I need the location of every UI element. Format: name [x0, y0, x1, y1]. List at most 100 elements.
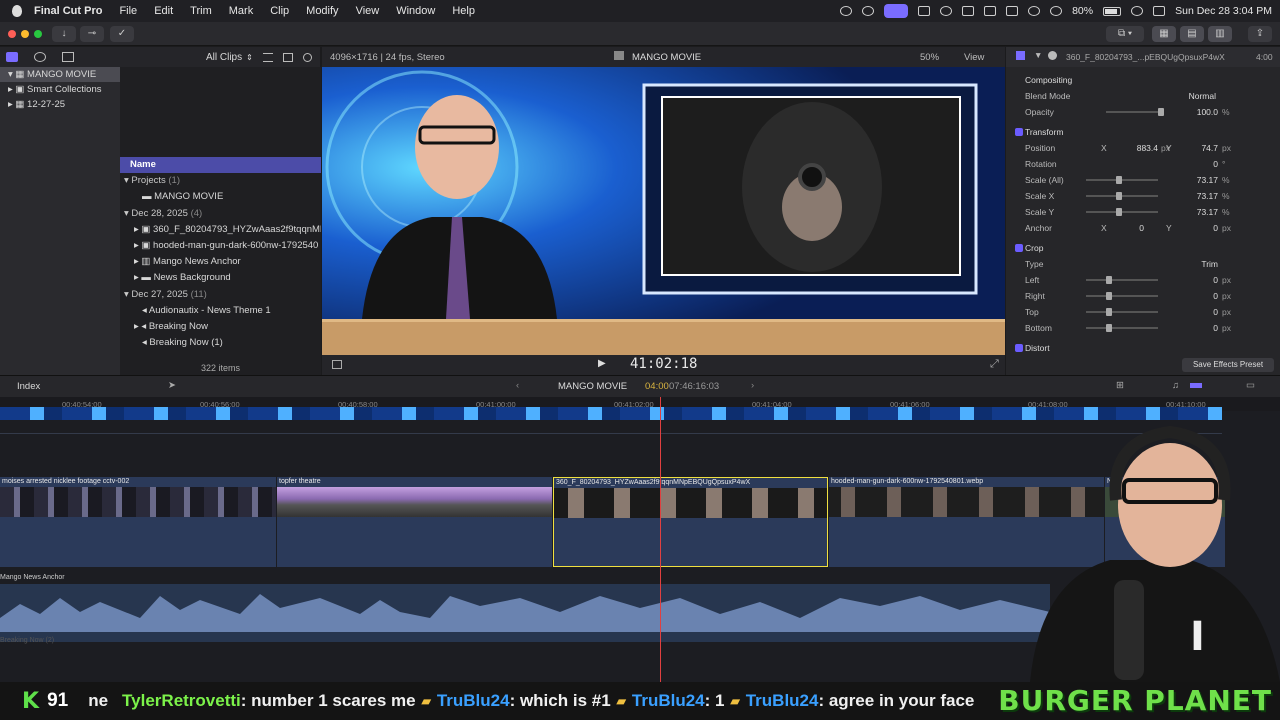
share-button[interactable]: ⇪ [1248, 26, 1272, 42]
import-button[interactable]: ↓ [52, 26, 76, 42]
view-menu[interactable]: View [964, 52, 984, 63]
crop-bottom-value[interactable]: 0 [1176, 320, 1218, 336]
keywords-button[interactable]: ⊸ [80, 26, 104, 42]
list-item[interactable]: ▸ ▣ 360_F_80204793_HYZwAaas2f9tqqnMN [120, 222, 321, 238]
clip-appearance-icon[interactable]: ⊞ [1116, 380, 1124, 391]
anchor-x[interactable]: 0 [1114, 220, 1144, 236]
index-button[interactable]: Index [17, 381, 40, 392]
anchor-y[interactable]: 0 [1176, 220, 1218, 236]
transform-checkbox[interactable] [1015, 128, 1023, 136]
app-menu[interactable]: Final Cut Pro [34, 5, 102, 17]
minimize-window-icon[interactable] [21, 30, 29, 38]
crop-type-select[interactable]: Trim [1176, 256, 1218, 272]
control-icon[interactable] [984, 6, 997, 16]
play-icon[interactable] [940, 6, 953, 16]
opacity-value[interactable]: 100.0 [1176, 104, 1218, 120]
battery-icon[interactable] [1103, 6, 1122, 16]
list-item[interactable]: ◂ Audionautix - News Theme 1 [120, 303, 321, 319]
menu-window[interactable]: Window [396, 5, 435, 17]
scale-x-slider[interactable] [1086, 192, 1158, 200]
column-header-name[interactable]: Name [120, 157, 321, 174]
close-window-icon[interactable] [8, 30, 16, 38]
headphones-icon[interactable]: ♫ [1172, 380, 1179, 391]
menu-view[interactable]: View [356, 5, 380, 17]
library-smart-collections[interactable]: ▸ ▣ Smart Collections [0, 82, 120, 97]
filter-icon[interactable]: ▼ [1034, 50, 1042, 60]
search-icon[interactable] [302, 52, 312, 62]
rotation-value[interactable]: 0 [1176, 156, 1218, 172]
snapping-icon[interactable] [1190, 383, 1202, 388]
list-view-icon[interactable] [262, 52, 273, 62]
screen-share-icon[interactable] [884, 4, 909, 18]
crop-bottom-slider[interactable] [1086, 324, 1158, 332]
menu-mark[interactable]: Mark [229, 5, 253, 17]
transform-tool-icon[interactable] [332, 360, 342, 369]
background-video-clip[interactable] [0, 407, 1222, 420]
volume-icon[interactable] [962, 6, 975, 16]
bluetooth-icon[interactable] [1028, 6, 1041, 16]
list-item[interactable]: ▬ MANGO MOVIE [120, 189, 321, 205]
menu-help[interactable]: Help [452, 5, 475, 17]
fullscreen-icon[interactable]: ⤢ [990, 358, 999, 371]
library-mango-movie[interactable]: ▾ ▦ MANGO MOVIE [0, 67, 120, 82]
menu-trim[interactable]: Trim [190, 5, 212, 17]
timeline-layout-icon[interactable]: ▭ [1246, 380, 1255, 391]
zoom-window-icon[interactable] [34, 30, 42, 38]
scale-x-value[interactable]: 73.17 [1176, 188, 1218, 204]
library-event-12-27-25[interactable]: ▸ ▦ 12-27-25 [0, 97, 120, 112]
crop-right-value[interactable]: 0 [1176, 288, 1218, 304]
search-icon[interactable] [1131, 6, 1144, 16]
section-crop[interactable]: Crop [1025, 240, 1043, 256]
crop-top-value[interactable]: 0 [1176, 304, 1218, 320]
timeline-clip-selected[interactable]: 360_F_80204793_HYZwAaas2f9tqqnMNpEBQUgQp… [553, 477, 828, 567]
scale-all-slider[interactable] [1086, 176, 1158, 184]
audio-clip[interactable] [0, 584, 1050, 642]
playhead[interactable] [660, 397, 661, 682]
layout-inspector-button[interactable]: ▥ [1208, 26, 1232, 42]
blend-mode-select[interactable]: Normal [1156, 88, 1216, 104]
position-x[interactable]: 883.4 [1114, 140, 1158, 156]
apple-menu-icon[interactable] [12, 5, 22, 17]
forward-icon[interactable]: › [751, 380, 754, 391]
titles-generators-icon[interactable] [62, 52, 74, 62]
opacity-slider[interactable] [1106, 108, 1164, 116]
timecode[interactable]: 41:02:18 [630, 356, 697, 372]
crop-top-slider[interactable] [1086, 308, 1158, 316]
distort-checkbox[interactable] [1015, 344, 1023, 352]
play-button[interactable]: ▶ [598, 358, 606, 369]
photos-audio-icon[interactable] [34, 52, 46, 62]
section-compositing[interactable]: Compositing [1025, 72, 1072, 88]
section-distort[interactable]: Distort [1025, 340, 1050, 356]
timeline-project[interactable]: MANGO MOVIE [558, 381, 627, 392]
crop-left-slider[interactable] [1086, 276, 1158, 284]
display-icon[interactable] [1006, 6, 1019, 16]
all-clips-filter[interactable]: All Clips [206, 52, 242, 63]
list-item[interactable]: ▸ ▣ hooded-man-gun-dark-600nw-1792540 [120, 238, 321, 254]
grid-icon[interactable] [918, 6, 931, 16]
background-tasks-button[interactable]: ✓ [110, 26, 134, 42]
wifi-icon[interactable] [1050, 6, 1063, 16]
timeline-clip[interactable]: topfer theatre [277, 477, 552, 567]
select-tool-icon[interactable]: ➤ [168, 380, 176, 391]
position-y[interactable]: 74.7 [1176, 140, 1218, 156]
menu-edit[interactable]: Edit [154, 5, 173, 17]
save-effects-preset-button[interactable]: Save Effects Preset [1182, 358, 1274, 372]
group-dec-28[interactable]: ▾ Dec 28, 2025 (4) [120, 206, 321, 222]
info-icon[interactable] [1048, 51, 1057, 60]
list-item[interactable]: ▸ ◂ Breaking Now [120, 319, 321, 335]
scale-all-value[interactable]: 73.17 [1176, 172, 1218, 188]
control-center-icon[interactable] [1153, 6, 1166, 16]
list-item[interactable]: ▸ ▥ Mango News Anchor [120, 254, 321, 270]
menu-modify[interactable]: Modify [306, 5, 338, 17]
clock[interactable]: Sun Dec 28 3:04 PM [1175, 5, 1272, 17]
section-transform[interactable]: Transform [1025, 124, 1063, 140]
crop-checkbox[interactable] [1015, 244, 1023, 252]
share-dropdown-button[interactable]: ⧉ ▾ [1106, 26, 1144, 42]
zoom-level[interactable]: 50% [920, 52, 939, 63]
list-item[interactable]: ▸ ▬ News Background [120, 270, 321, 286]
group-dec-27[interactable]: ▾ Dec 27, 2025 (11) [120, 287, 321, 303]
menu-file[interactable]: File [119, 5, 137, 17]
libraries-icon[interactable] [6, 52, 18, 62]
scale-y-slider[interactable] [1086, 208, 1158, 216]
crop-right-slider[interactable] [1086, 292, 1158, 300]
